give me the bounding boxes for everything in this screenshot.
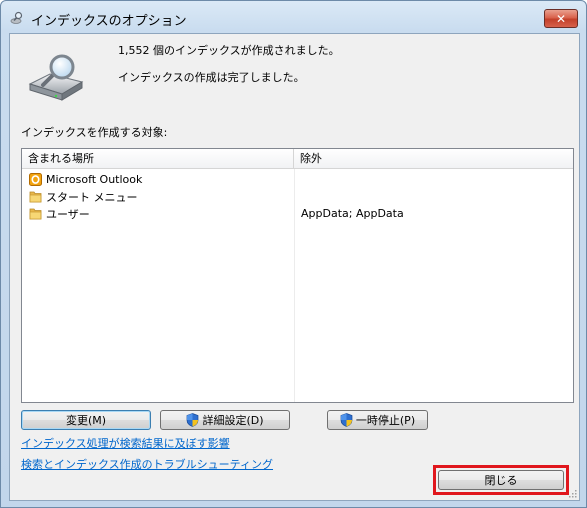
column-header-included[interactable]: 含まれる場所 [22,149,294,169]
pause-button[interactable]: 一時停止(P) [327,410,428,430]
indexing-magnifier-icon [10,11,23,24]
folder-icon [29,208,42,220]
advanced-button[interactable]: 詳細設定(D) [160,410,290,430]
list-item-name: スタート メニュー [46,190,138,204]
column-header-excluded[interactable]: 除外 [294,149,573,169]
index-count-message: 1,552 個のインデックスが作成されました。 [118,44,340,57]
troubleshoot-link[interactable]: 検索とインデックス作成のトラブルシューティング [21,456,273,472]
modify-button[interactable]: 変更(M) [21,410,151,430]
list-row-start-menu[interactable]: スタート メニュー [22,188,573,205]
modify-button-label: 変更(M) [65,414,107,427]
close-button[interactable]: 閉じる [438,470,564,490]
window-close-button[interactable]: ✕ [544,9,578,28]
uac-shield-icon [187,413,199,427]
pause-button-label: 一時停止(P) [355,414,416,427]
search-results-effect-link[interactable]: インデックス処理が検索結果に及ぼす影響 [21,435,230,451]
close-button-label: 閉じる [484,474,518,487]
title-bar[interactable]: インデックスのオプション ✕ [1,1,586,33]
close-icon: ✕ [555,11,567,26]
advanced-button-label: 詳細設定(D) [202,414,264,427]
folder-icon [29,191,42,203]
indexed-locations-label: インデックスを作成する対象: [21,126,168,139]
indexing-drive-magnifier-icon [28,54,84,101]
list-row-outlook[interactable]: Microsoft Outlook [22,171,573,188]
list-item-excluded: AppData; AppData [301,207,404,220]
index-complete-message: インデックスの作成は完了しました。 [118,71,305,84]
outlook-icon [29,173,42,186]
list-item-name: Microsoft Outlook [46,173,143,186]
indexing-options-window: インデックスのオプション ✕ 1,552 個のインデックスが作成されました。 イ… [0,0,587,508]
window-title: インデックスのオプション [31,14,187,29]
uac-shield-icon [340,413,353,427]
dialog-body: 1,552 個のインデックスが作成されました。 インデックスの作成は完了しました… [9,33,580,501]
list-row-users[interactable]: ユーザー AppData; AppData [22,205,573,222]
list-header: 含まれる場所 除外 [22,149,573,169]
list-item-name: ユーザー [46,207,90,221]
indexed-locations-list[interactable]: 含まれる場所 除外 Microsoft Outlook スタート メニュー ユー… [21,148,574,403]
resize-grip-icon[interactable] [567,488,577,498]
